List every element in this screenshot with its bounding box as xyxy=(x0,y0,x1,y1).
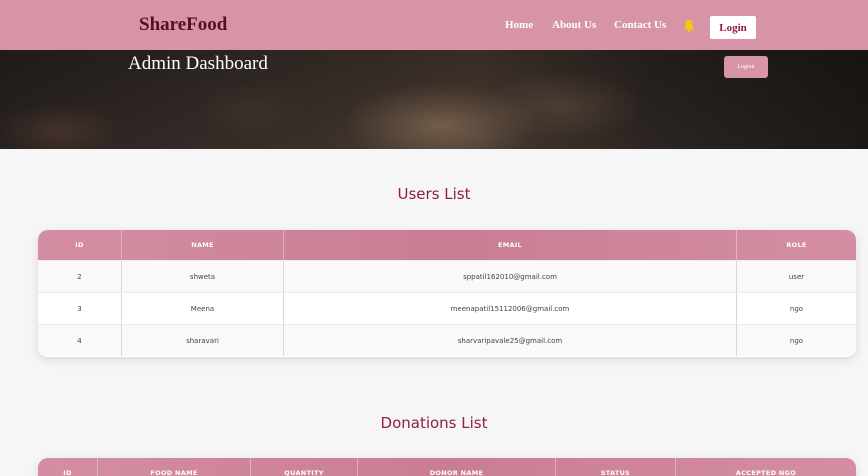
cell-role: ngo xyxy=(789,304,804,313)
cell-id: 2 xyxy=(38,261,122,292)
cell-id: 3 xyxy=(38,293,122,324)
donations-table: ID FOOD NAME QUANTITY DONOR NAME STATUS … xyxy=(38,458,856,476)
column-header-quantity: QUANTITY xyxy=(251,458,358,476)
top-navbar: ShareFood Home About Us Contact Us Login xyxy=(0,0,868,50)
column-header-id: ID xyxy=(38,230,122,260)
nav-link-contact-us[interactable]: Contact Us xyxy=(614,19,666,31)
column-header-donor-name: DONOR NAME xyxy=(358,458,556,476)
cell-role: ngo xyxy=(789,336,804,345)
cell-email: meenapatil15112006@gmail.com xyxy=(284,293,737,324)
cell-name: Meena xyxy=(122,293,284,324)
nav-link-home[interactable]: Home xyxy=(505,19,533,31)
donations-list-heading: Donations List xyxy=(380,414,488,432)
donations-table-header: ID FOOD NAME QUANTITY DONOR NAME STATUS … xyxy=(38,458,856,476)
column-header-food-name: FOOD NAME xyxy=(98,458,251,476)
users-table: ID NAME EMAIL ROLE 2 shweta sppatil16201… xyxy=(38,230,856,357)
column-header-accepted-ngo: ACCEPTED NGO xyxy=(735,469,797,476)
column-header-name: NAME xyxy=(122,230,284,260)
users-table-header: ID NAME EMAIL ROLE xyxy=(38,230,856,260)
column-header-id: ID xyxy=(38,458,98,476)
cell-id: 4 xyxy=(38,325,122,356)
cell-role: user xyxy=(788,272,805,281)
column-header-email: EMAIL xyxy=(284,230,737,260)
cell-email: sharvaripavale25@gmail.com xyxy=(284,325,737,356)
nav-link-about-us[interactable]: About Us xyxy=(552,19,596,31)
column-header-role: ROLE xyxy=(786,241,807,249)
table-row: 2 shweta sppatil162010@gmail.com user xyxy=(38,260,856,292)
users-list-heading: Users List xyxy=(397,185,471,203)
page-title: Admin Dashboard xyxy=(128,53,268,74)
table-row: 3 Meena meenapatil15112006@gmail.com ngo xyxy=(38,292,856,324)
cell-name: shweta xyxy=(122,261,284,292)
hero-banner: Admin Dashboard Logout xyxy=(0,50,868,149)
cell-email: sppatil162010@gmail.com xyxy=(284,261,737,292)
bell-icon[interactable] xyxy=(683,19,695,33)
logout-button[interactable]: Logout xyxy=(724,56,768,78)
login-button[interactable]: Login xyxy=(710,16,756,39)
cell-name: sharavari xyxy=(122,325,284,356)
column-header-status: STATUS xyxy=(556,458,676,476)
table-row: 4 sharavari sharvaripavale25@gmail.com n… xyxy=(38,324,856,356)
